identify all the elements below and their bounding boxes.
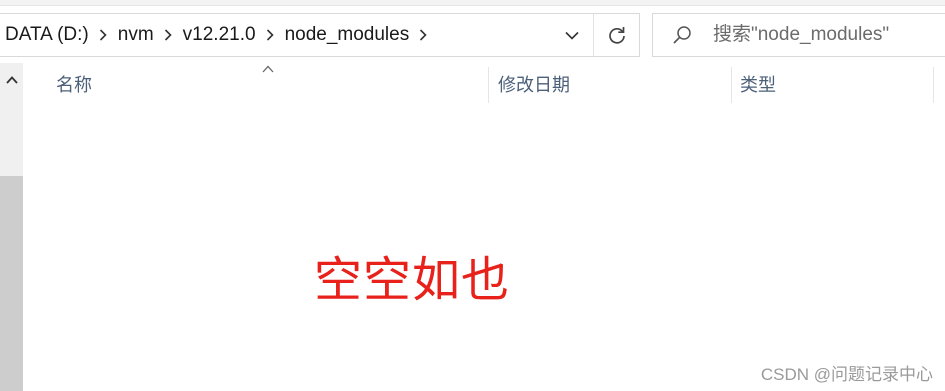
- search-box[interactable]: 搜索"node_modules": [652, 13, 945, 57]
- column-header-name[interactable]: 名称: [56, 63, 92, 105]
- refresh-button[interactable]: [593, 14, 639, 56]
- breadcrumb-chevron-icon[interactable]: [158, 14, 178, 56]
- file-list-header: 名称 修改日期 类型: [24, 63, 945, 105]
- breadcrumb-chevron-icon[interactable]: [413, 14, 433, 56]
- breadcrumb-chevron-icon[interactable]: [93, 14, 113, 56]
- column-divider[interactable]: [731, 67, 732, 103]
- column-header-date-modified[interactable]: 修改日期: [498, 63, 570, 105]
- window-top-strip: [0, 0, 945, 6]
- vertical-scrollbar[interactable]: [0, 63, 23, 391]
- column-header-type[interactable]: 类型: [740, 63, 776, 105]
- search-input[interactable]: 搜索"node_modules": [713, 14, 889, 56]
- column-divider[interactable]: [488, 67, 489, 103]
- breadcrumb-item-nvm[interactable]: nvm: [113, 24, 158, 46]
- column-divider[interactable]: [933, 67, 934, 103]
- address-history-dropdown[interactable]: [553, 14, 591, 56]
- scrollbar-thumb[interactable]: [0, 176, 23, 391]
- search-icon: [673, 26, 691, 44]
- watermark: CSDN @问题记录中心: [760, 365, 933, 384]
- chevron-up-icon: [5, 76, 18, 84]
- breadcrumb-chevron-icon[interactable]: [260, 14, 280, 56]
- address-bar[interactable]: DATA (D:) nvm v12.21.0 node_modules: [0, 13, 640, 57]
- breadcrumb: DATA (D:) nvm v12.21.0 node_modules: [0, 14, 433, 56]
- refresh-icon: [608, 27, 625, 44]
- sort-ascending-icon: [262, 65, 274, 73]
- breadcrumb-item-version[interactable]: v12.21.0: [178, 24, 260, 46]
- breadcrumb-item-drive[interactable]: DATA (D:): [0, 24, 93, 46]
- breadcrumb-item-node-modules[interactable]: node_modules: [280, 24, 414, 46]
- chevron-down-icon: [565, 31, 579, 40]
- empty-folder-annotation: 空空如也: [314, 252, 511, 308]
- scroll-up-button[interactable]: [0, 63, 23, 97]
